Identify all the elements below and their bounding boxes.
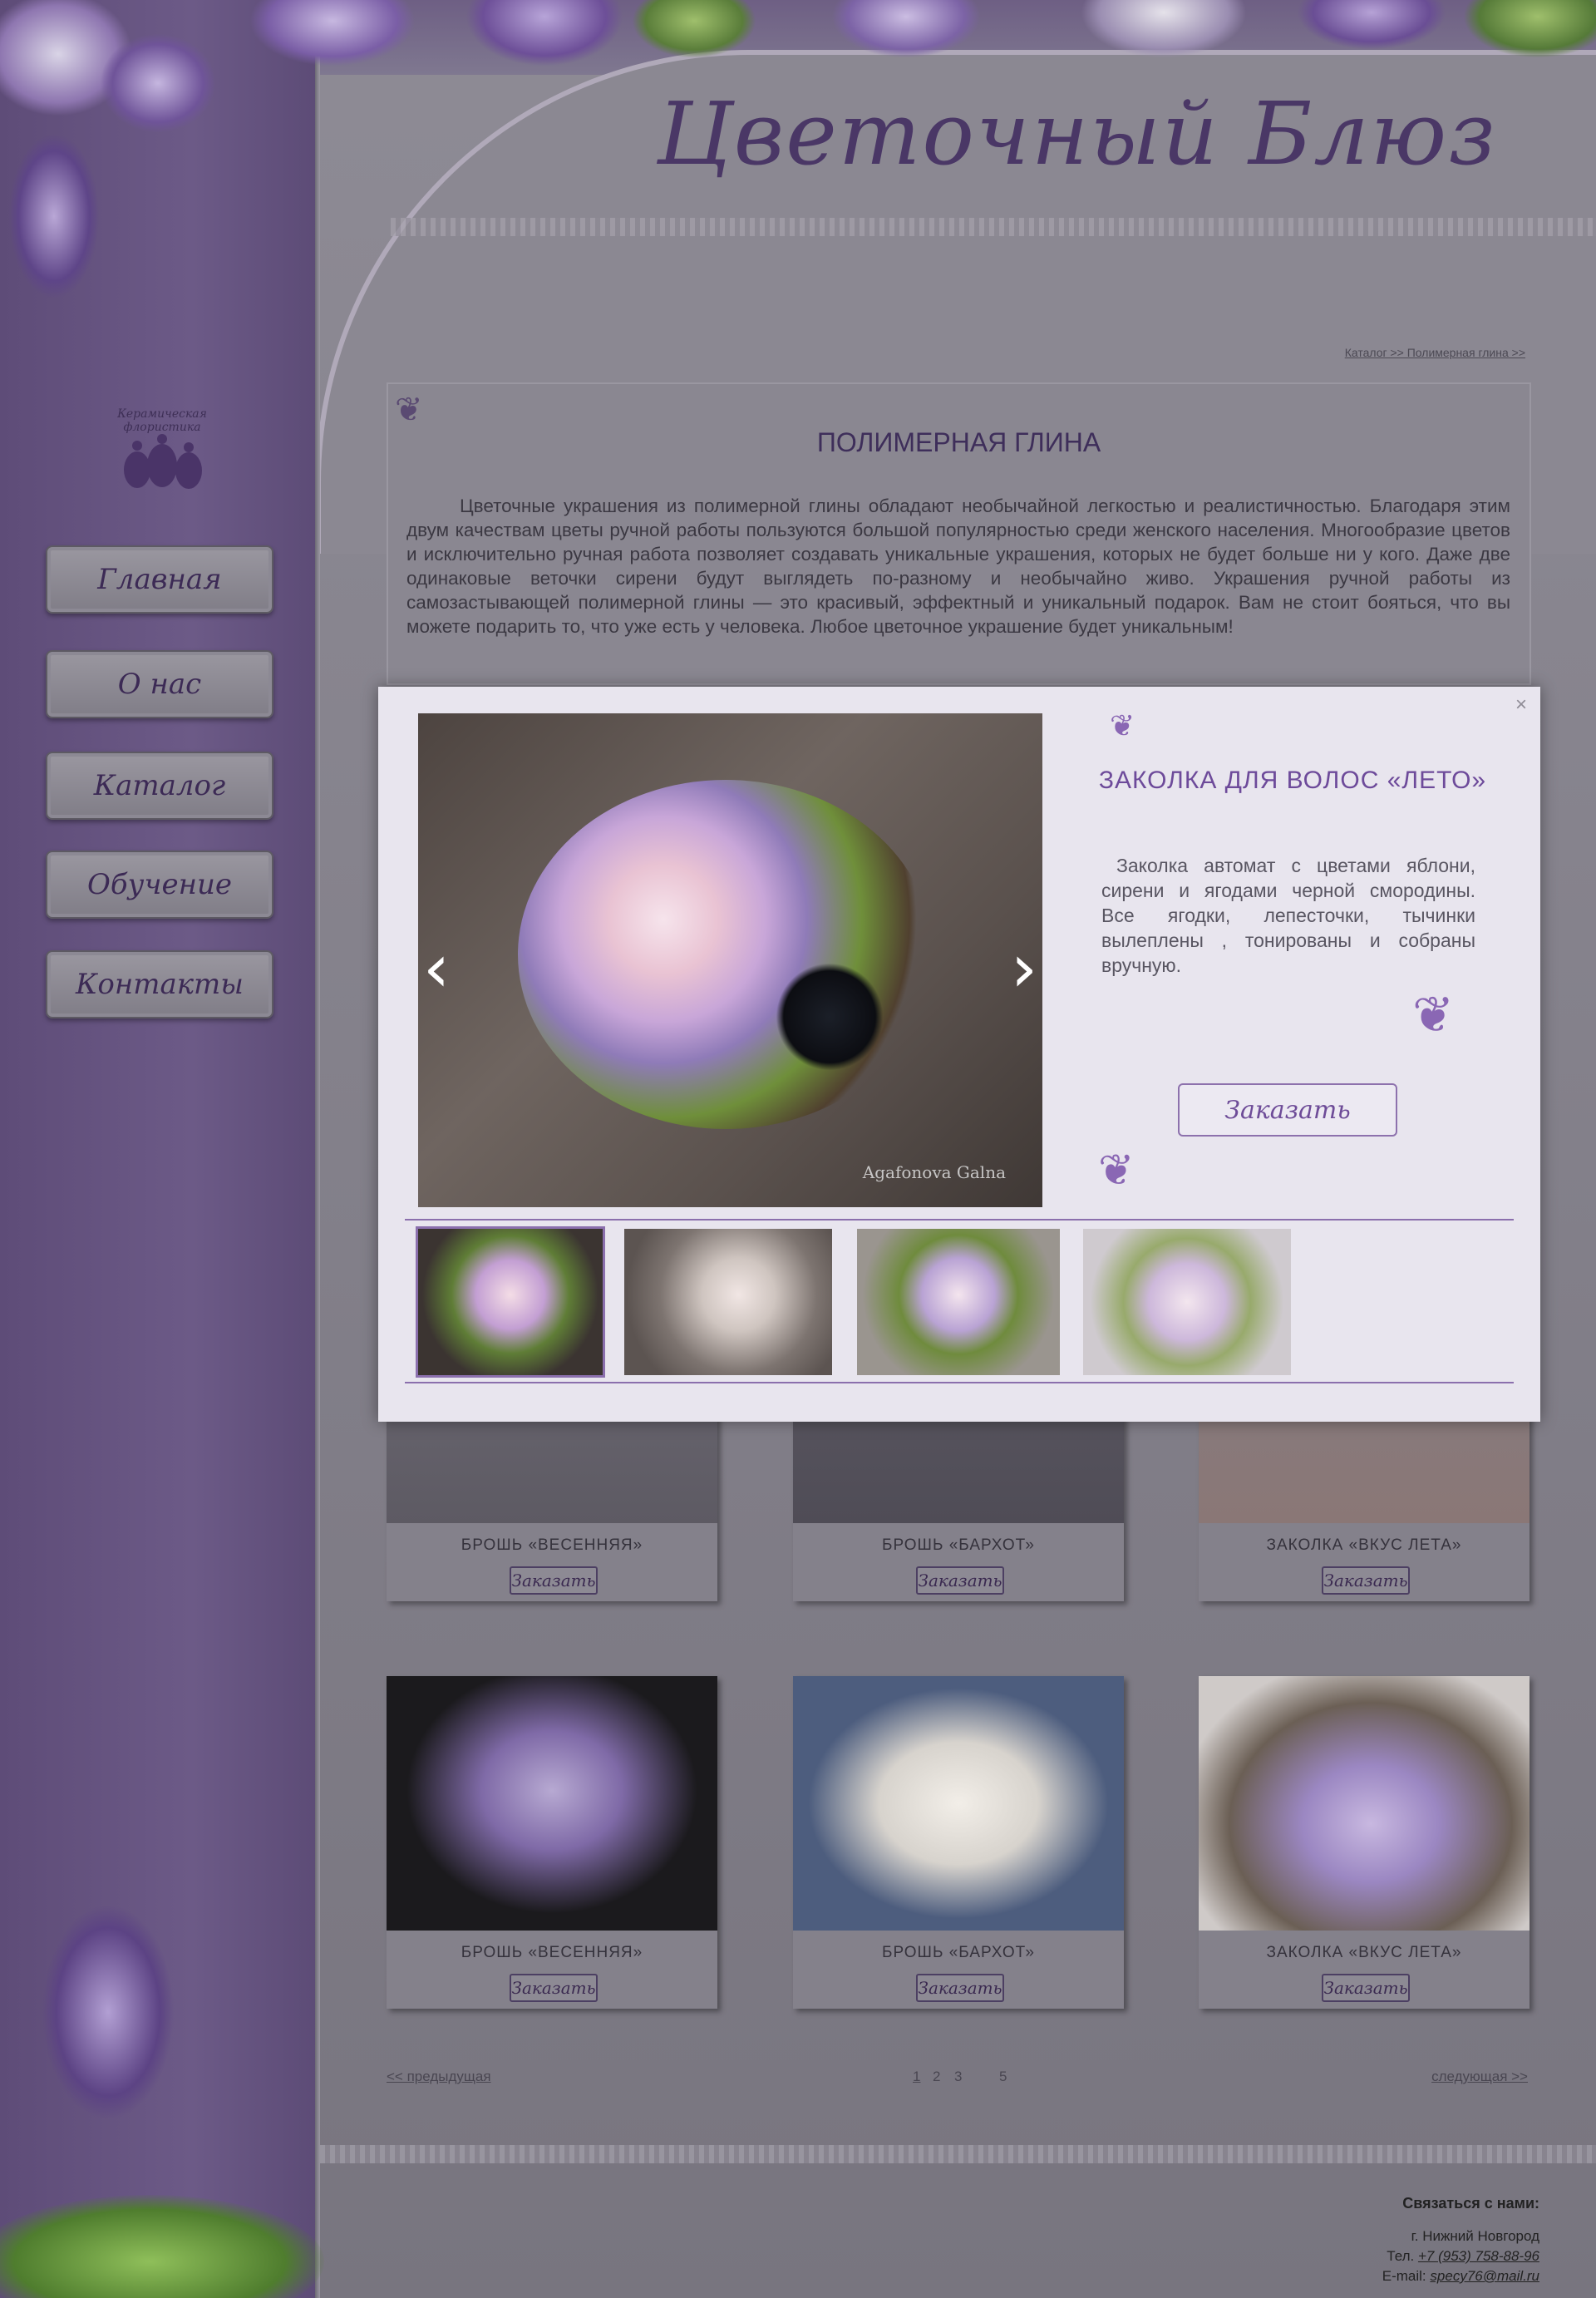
close-icon[interactable]: ×	[1515, 693, 1527, 717]
footer-phone-row: Тел. +7 (953) 758-88-96	[1387, 2248, 1539, 2265]
order-button[interactable]: Заказать	[916, 1974, 1004, 2002]
flower-bouquet	[518, 780, 933, 1129]
order-button[interactable]: Заказать	[510, 1566, 598, 1595]
phone-label: Тел.	[1387, 2248, 1415, 2264]
footer-city: г. Нижний Новгород	[1411, 2228, 1539, 2244]
nav-home[interactable]: Главная	[46, 545, 273, 614]
thumbnail-4[interactable]	[1083, 1229, 1291, 1375]
photo-watermark: Agafonova Galna	[862, 1162, 1006, 1182]
phone-link[interactable]: +7 (953) 758-88-96	[1418, 2248, 1539, 2264]
product-name: ЗАКОЛКА «ВКУС ЛЕТА»	[1266, 1536, 1462, 1554]
thumbnail-3[interactable]	[857, 1229, 1060, 1375]
footer-heading: Связаться с нами:	[1402, 2195, 1539, 2212]
butterfly-icon: ❦	[1098, 1147, 1135, 1195]
footer-email-row: E-mail: specy76@mail.ru	[1382, 2268, 1539, 2285]
product-modal: × ‹ › Agafonova Galna ❦ ЗАКОЛКА ДЛЯ ВОЛО…	[378, 687, 1540, 1422]
butterfly-icon: ❦	[1412, 987, 1455, 1043]
nav-catalog[interactable]: Каталог	[46, 752, 273, 820]
lace-divider-bottom	[320, 2145, 1596, 2163]
product-card[interactable]: БРОШЬ «БАРХОТ» Заказать	[793, 1676, 1124, 2009]
product-card[interactable]: ЗАКОЛКА «ВКУС ЛЕТА» Заказать	[1199, 1676, 1530, 2009]
site-logo-title[interactable]: Цветочный Блюз	[657, 83, 1497, 185]
modal-product-title: ЗАКОЛКА ДЛЯ ВОЛОС «ЛЕТО»	[1098, 767, 1487, 794]
emblem-text: Керамическая флористика	[117, 407, 207, 434]
page-link-5[interactable]: 5	[999, 2069, 1007, 2085]
prev-arrow-icon[interactable]: ‹	[423, 930, 450, 1007]
page-link-2[interactable]: 2	[933, 2069, 940, 2085]
page-link-1[interactable]: 1	[913, 2069, 920, 2085]
product-image[interactable]	[387, 1676, 717, 1931]
order-button[interactable]: Заказать	[916, 1566, 1004, 1595]
berries	[776, 963, 884, 1071]
product-card[interactable]: БРОШЬ «ВЕСЕННЯЯ» Заказать	[387, 1676, 717, 2009]
page-title: ПОЛИМЕРНАЯ ГЛИНА	[816, 427, 1101, 457]
order-button[interactable]: Заказать	[510, 1974, 598, 2002]
product-name: БРОШЬ «БАРХОТ»	[882, 1536, 1035, 1554]
category-description: ❦ ПОЛИМЕРНАЯ ГЛИНА Цветочные украшения и…	[387, 382, 1531, 685]
product-name: БРОШЬ «ВЕСЕННЯЯ»	[461, 1944, 643, 1961]
email-label: E-mail:	[1382, 2268, 1426, 2284]
butterfly-icon: ❦	[1110, 708, 1135, 742]
thumb-divider-bottom	[405, 1382, 1514, 1383]
page-link-3[interactable]: 3	[954, 2069, 962, 2085]
butterfly-icon: ❦	[395, 392, 423, 428]
product-name: БРОШЬ «БАРХОТ»	[882, 1944, 1035, 1961]
modal-order-button[interactable]: Заказать	[1178, 1083, 1397, 1137]
thumbnail-1[interactable]	[416, 1226, 605, 1378]
thumbnail-2[interactable]	[624, 1229, 832, 1375]
product-photo-main[interactable]: ‹ › Agafonova Galna	[418, 713, 1042, 1207]
modal-product-description: Заколка автомат с цветами яблони, сирени…	[1101, 855, 1475, 976]
breadcrumb[interactable]: Каталог >> Полимерная глина >>	[1345, 346, 1525, 359]
product-image[interactable]	[1199, 1676, 1530, 1931]
site-emblem[interactable]: Керамическая флористика	[79, 399, 245, 507]
nav-training[interactable]: Обучение	[46, 851, 273, 919]
next-arrow-icon[interactable]: ›	[1011, 930, 1037, 1007]
order-button[interactable]: Заказать	[1322, 1974, 1410, 2002]
nav-contacts[interactable]: Контакты	[46, 950, 273, 1018]
order-button[interactable]: Заказать	[1322, 1566, 1410, 1595]
thumb-divider-top	[405, 1219, 1514, 1221]
product-name: БРОШЬ «ВЕСЕННЯЯ»	[461, 1536, 643, 1554]
email-link[interactable]: specy76@mail.ru	[1430, 2268, 1539, 2284]
pagination-next[interactable]: следующая >>	[1431, 2069, 1528, 2085]
nav-about[interactable]: О нас	[46, 650, 273, 718]
product-image[interactable]	[793, 1676, 1124, 1931]
page: Цветочный Блюз Керамическая флористика Г…	[0, 0, 1596, 2298]
product-name: ЗАКОЛКА «ВКУС ЛЕТА»	[1266, 1944, 1462, 1961]
pagination-prev[interactable]: << предыдущая	[387, 2069, 491, 2085]
lace-divider-top	[391, 218, 1596, 236]
category-text: Цветочные украшения из полимерной глины …	[406, 496, 1510, 637]
